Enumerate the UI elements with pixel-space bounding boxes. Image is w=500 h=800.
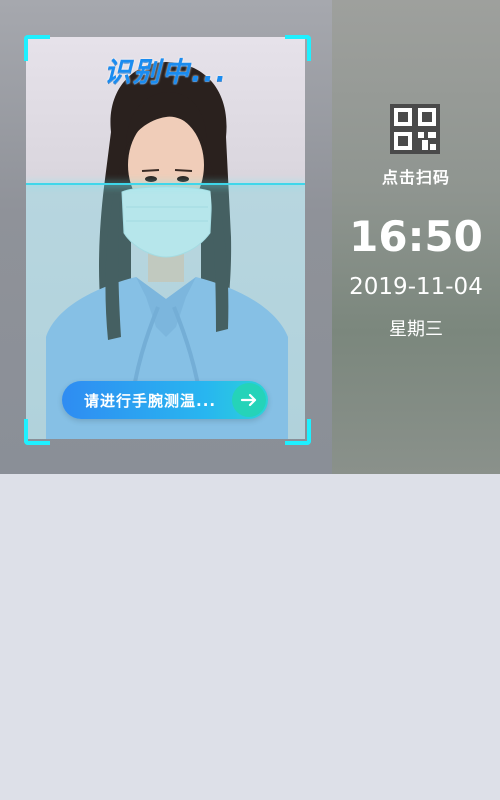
wrist-temperature-prompt-button[interactable]: 请进行手腕测温... [62,381,268,419]
frame-corner-bottom-right [285,419,311,445]
scan-frame [26,37,305,439]
current-date: 2019-11-04 [349,274,483,300]
scan-line [26,183,305,185]
frame-corner-top-left [24,35,50,61]
frame-corner-bottom-left [24,419,50,445]
info-panel: 点击扫码 16:50 2019-11-04 星期三 [332,0,500,474]
current-weekday: 星期三 [389,319,443,340]
qr-code-icon[interactable] [390,104,440,154]
prompt-label: 请进行手腕测温... [84,391,217,410]
empty-lower-area [0,474,500,800]
arrow-right-icon[interactable] [232,383,266,417]
scan-qr-label[interactable]: 点击扫码 [332,164,500,188]
camera-view: 识别中... 请进行手腕测温... [0,0,332,474]
frame-corner-top-right [285,35,311,61]
current-time: 16:50 [349,212,483,261]
face-recognition-screen: 识别中... 请进行手腕测温... 点击扫码 16:50 2019-11-04 … [0,0,500,800]
